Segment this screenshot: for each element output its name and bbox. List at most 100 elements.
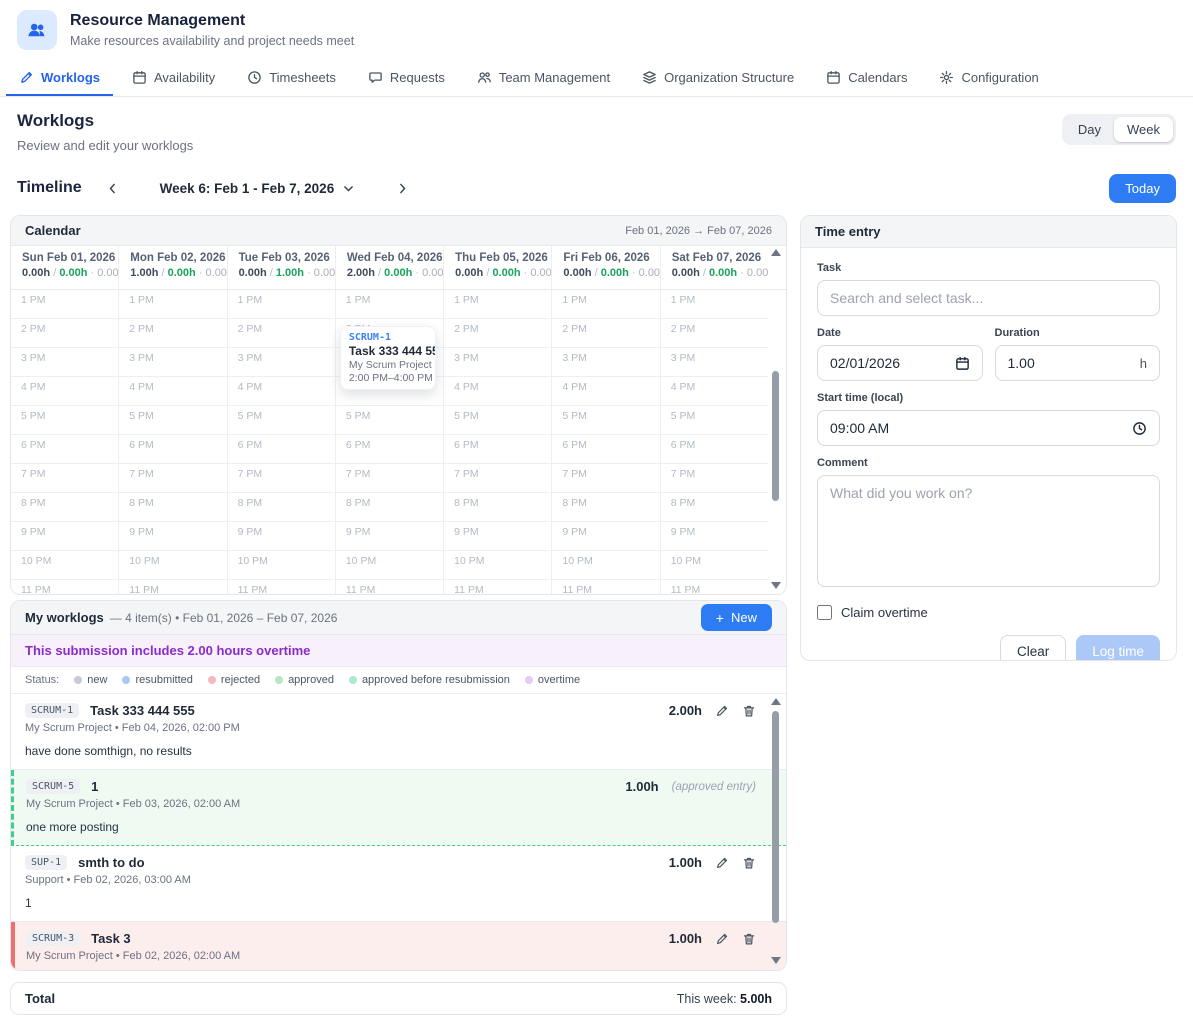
tab-requests[interactable]: Requests — [355, 60, 458, 96]
hour-cell[interactable]: 8 PM — [228, 493, 335, 522]
date-input[interactable]: 02/01/2026 — [817, 345, 983, 381]
day-column[interactable]: 1 PM2 PM3 PM4 PM5 PM6 PM7 PM8 PM9 PM10 P… — [228, 290, 336, 594]
hour-cell[interactable]: 6 PM — [119, 435, 226, 464]
hour-cell[interactable]: 5 PM — [661, 406, 768, 435]
comment-textarea[interactable] — [817, 475, 1160, 587]
hour-cell[interactable]: 1 PM — [228, 290, 335, 319]
tab-configuration[interactable]: Configuration — [926, 60, 1051, 96]
duration-input[interactable]: 1.00 h — [995, 345, 1161, 381]
hour-cell[interactable]: 9 PM — [661, 522, 768, 551]
hour-cell[interactable]: 5 PM — [336, 406, 443, 435]
hour-cell[interactable]: 10 PM — [444, 551, 551, 580]
hour-cell[interactable]: 4 PM — [119, 377, 226, 406]
hour-cell[interactable]: 4 PM — [228, 377, 335, 406]
hour-cell[interactable]: 11 PM — [661, 580, 768, 595]
hour-cell[interactable]: 3 PM — [11, 348, 118, 377]
prev-week-button[interactable] — [100, 175, 126, 201]
scroll-down-icon[interactable] — [771, 582, 781, 589]
hour-cell[interactable]: 9 PM — [552, 522, 659, 551]
day-column[interactable]: 1 PM2 PM3 PM4 PM5 PM6 PM7 PM8 PM9 PM10 P… — [661, 290, 768, 594]
edit-entry-button[interactable] — [715, 856, 729, 870]
claim-overtime-checkbox[interactable] — [817, 605, 832, 620]
hour-cell[interactable]: 2 PM — [228, 319, 335, 348]
hour-cell[interactable]: 8 PM — [552, 493, 659, 522]
week-selector[interactable]: Week 6: Feb 1 - Feb 7, 2026 — [150, 176, 366, 201]
log-time-button[interactable]: Log time — [1076, 635, 1160, 661]
hour-cell[interactable]: 4 PM — [661, 377, 768, 406]
hour-cell[interactable]: 4 PM — [444, 377, 551, 406]
start-time-input[interactable]: 09:00 AM — [817, 410, 1160, 446]
toggle-week[interactable]: Week — [1114, 117, 1173, 142]
hour-cell[interactable]: 8 PM — [336, 493, 443, 522]
calendar-scrollbar[interactable] — [769, 249, 783, 589]
task-search-input[interactable] — [817, 280, 1160, 316]
hour-cell[interactable]: 6 PM — [336, 435, 443, 464]
hour-cell[interactable]: 11 PM — [119, 580, 226, 595]
next-week-button[interactable] — [389, 175, 415, 201]
hour-cell[interactable]: 7 PM — [661, 464, 768, 493]
hour-cell[interactable]: 3 PM — [552, 348, 659, 377]
hour-cell[interactable]: 6 PM — [228, 435, 335, 464]
hour-cell[interactable]: 4 PM — [552, 377, 659, 406]
scroll-up-icon[interactable] — [771, 249, 781, 256]
hour-cell[interactable]: 10 PM — [228, 551, 335, 580]
scroll-up-icon[interactable] — [771, 698, 781, 705]
tab-calendars[interactable]: Calendars — [813, 60, 920, 96]
hour-cell[interactable]: 5 PM — [552, 406, 659, 435]
hour-cell[interactable]: 9 PM — [119, 522, 226, 551]
hour-cell[interactable]: 6 PM — [661, 435, 768, 464]
hour-cell[interactable]: 3 PM — [661, 348, 768, 377]
hour-cell[interactable]: 2 PM — [119, 319, 226, 348]
hour-cell[interactable]: 11 PM — [228, 580, 335, 595]
hour-cell[interactable]: 7 PM — [11, 464, 118, 493]
scrollbar-thumb[interactable] — [772, 711, 779, 923]
hour-cell[interactable]: 8 PM — [661, 493, 768, 522]
hour-cell[interactable]: 1 PM — [661, 290, 768, 319]
hour-cell[interactable]: 7 PM — [119, 464, 226, 493]
hour-cell[interactable]: 11 PM — [552, 580, 659, 595]
tab-worklogs[interactable]: Worklogs — [6, 60, 113, 96]
hour-cell[interactable]: 8 PM — [11, 493, 118, 522]
tab-availability[interactable]: Availability — [119, 60, 228, 96]
tab-organization-structure[interactable]: Organization Structure — [629, 60, 807, 96]
clear-button[interactable]: Clear — [1000, 635, 1066, 661]
hour-cell[interactable]: 9 PM — [11, 522, 118, 551]
hour-cell[interactable]: 3 PM — [444, 348, 551, 377]
hour-cell[interactable]: 1 PM — [336, 290, 443, 319]
hour-cell[interactable]: 9 PM — [336, 522, 443, 551]
hour-cell[interactable]: 3 PM — [119, 348, 226, 377]
hour-cell[interactable]: 9 PM — [444, 522, 551, 551]
delete-entry-button[interactable] — [742, 856, 756, 870]
hour-cell[interactable]: 7 PM — [336, 464, 443, 493]
delete-entry-button[interactable] — [742, 704, 756, 718]
hour-cell[interactable]: 6 PM — [552, 435, 659, 464]
edit-entry-button[interactable] — [715, 704, 729, 718]
hour-cell[interactable]: 10 PM — [552, 551, 659, 580]
hour-cell[interactable]: 1 PM — [11, 290, 118, 319]
hour-cell[interactable]: 11 PM — [11, 580, 118, 595]
hour-cell[interactable]: 2 PM — [661, 319, 768, 348]
hour-cell[interactable]: 2 PM — [444, 319, 551, 348]
day-column[interactable]: 1 PM2 PM3 PM4 PM5 PM6 PM7 PM8 PM9 PM10 P… — [444, 290, 552, 594]
hour-cell[interactable]: 6 PM — [444, 435, 551, 464]
hour-cell[interactable]: 1 PM — [119, 290, 226, 319]
hour-cell[interactable]: 7 PM — [552, 464, 659, 493]
toggle-day[interactable]: Day — [1065, 117, 1114, 142]
hour-cell[interactable]: 10 PM — [11, 551, 118, 580]
day-column[interactable]: 1 PM2 PM3 PM4 PM5 PM6 PM7 PM8 PM9 PM10 P… — [552, 290, 660, 594]
hour-cell[interactable]: 5 PM — [11, 406, 118, 435]
hour-cell[interactable]: 8 PM — [444, 493, 551, 522]
hour-cell[interactable]: 4 PM — [11, 377, 118, 406]
hour-cell[interactable]: 11 PM — [336, 580, 443, 595]
hour-cell[interactable]: 2 PM — [552, 319, 659, 348]
hour-cell[interactable]: 8 PM — [119, 493, 226, 522]
day-column[interactable]: 1 PM2 PM3 PM4 PM5 PM6 PM7 PM8 PM9 PM10 P… — [336, 290, 444, 594]
today-button[interactable]: Today — [1109, 174, 1176, 203]
worklogs-scrollbar[interactable] — [769, 698, 783, 964]
hour-cell[interactable]: 1 PM — [444, 290, 551, 319]
hour-cell[interactable]: 2 PM — [11, 319, 118, 348]
hour-cell[interactable]: 1 PM — [552, 290, 659, 319]
edit-entry-button[interactable] — [715, 932, 729, 946]
tab-timesheets[interactable]: Timesheets — [234, 60, 349, 96]
hour-cell[interactable]: 10 PM — [336, 551, 443, 580]
